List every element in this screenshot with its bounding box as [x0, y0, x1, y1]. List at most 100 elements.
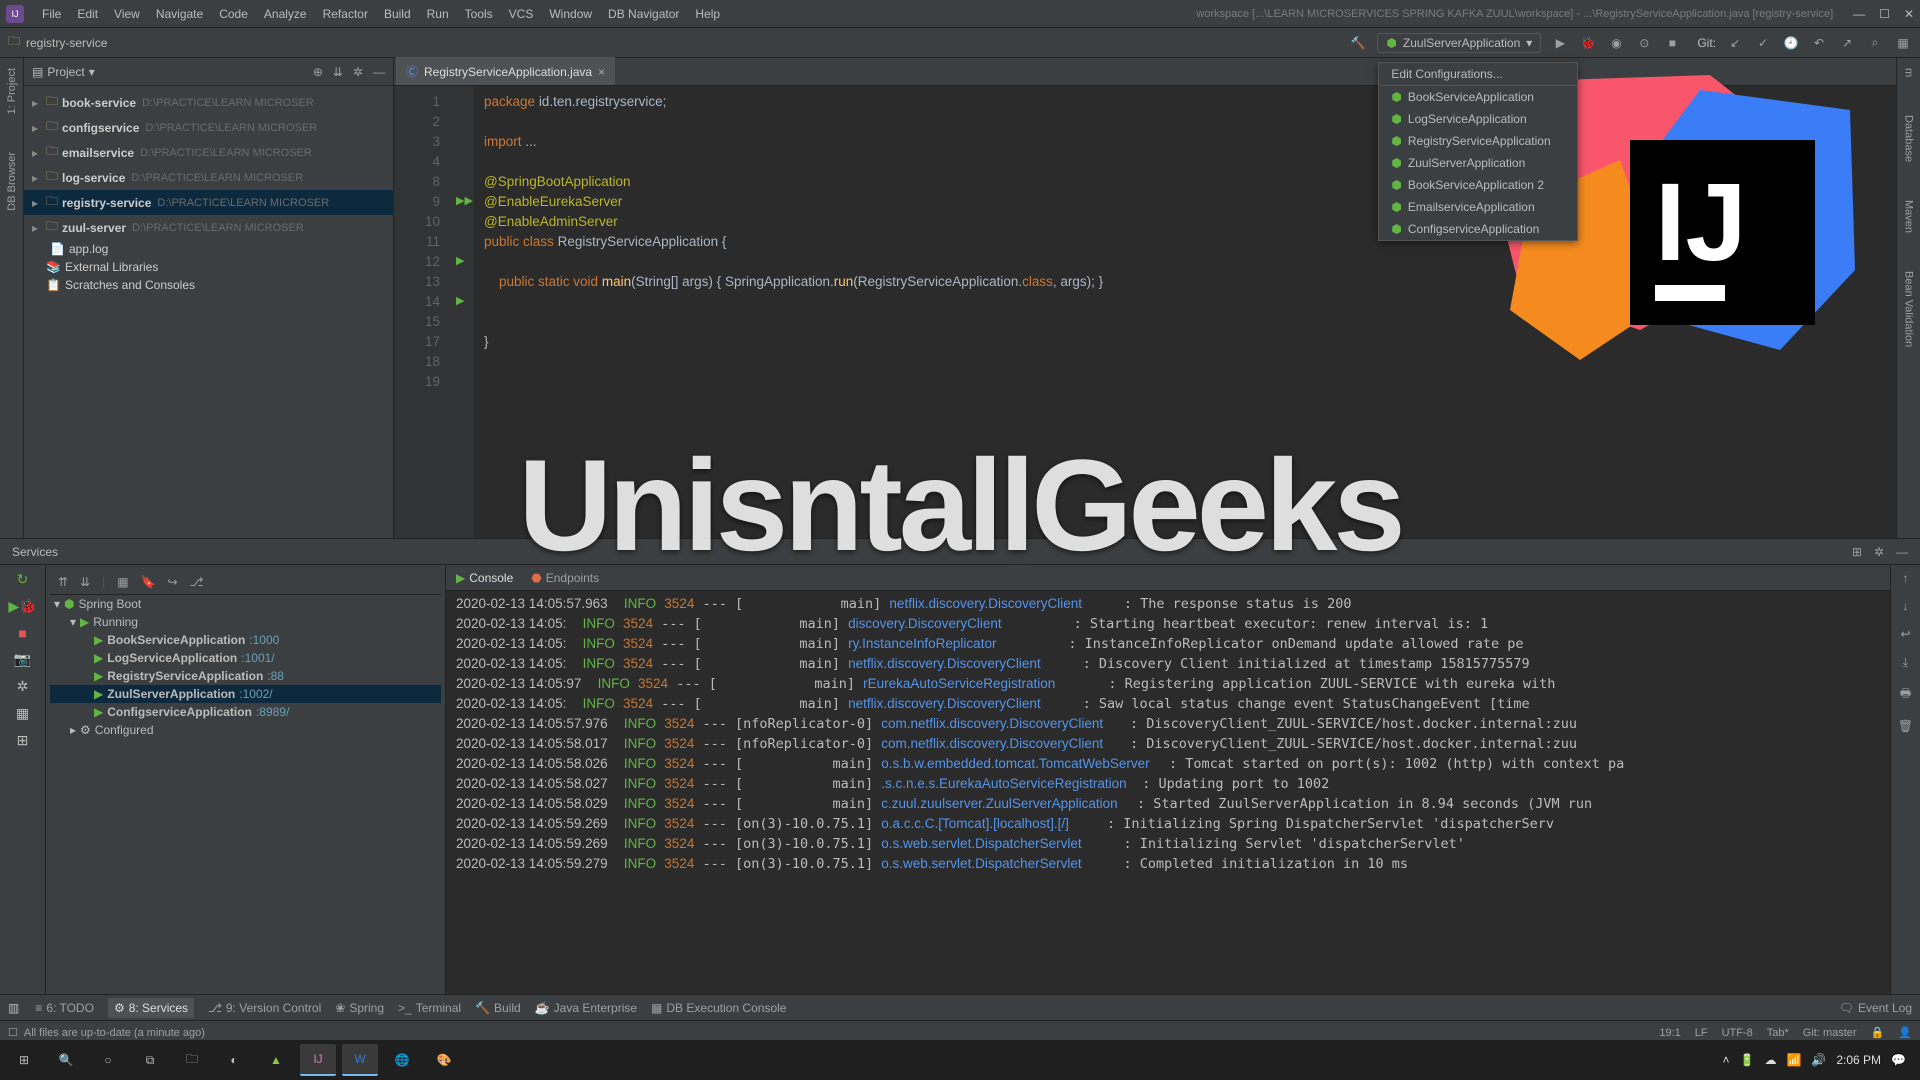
app-icon[interactable]: ▲ [258, 1044, 294, 1076]
project-tree[interactable]: ▸🗀book-serviceD:\PRACTICE\LEARN MICROSER… [24, 86, 393, 298]
clock[interactable]: 2:06 PM [1836, 1053, 1881, 1067]
stop-icon[interactable]: ■ [1663, 34, 1681, 52]
expand-icon[interactable]: ⊞ [17, 732, 29, 749]
hide-icon[interactable]: — [373, 65, 385, 79]
cortana-icon[interactable]: ○ [90, 1044, 126, 1076]
project-item[interactable]: ▸🗀book-serviceD:\PRACTICE\LEARN MICROSER [24, 90, 393, 115]
menu-run[interactable]: Run [419, 7, 457, 21]
wrap-icon[interactable]: ↩ [1900, 627, 1910, 641]
commit-icon[interactable]: ✓ [1754, 34, 1772, 52]
run-option[interactable]: ⬢ ConfigserviceApplication [1379, 218, 1577, 240]
bottom-tab[interactable]: ☕Java Enterprise [535, 998, 637, 1018]
bottom-tab[interactable]: ▦DB Execution Console [651, 998, 786, 1018]
run-marker-icon[interactable]: ▶ [456, 254, 464, 267]
project-item[interactable]: 📄app.log [24, 240, 393, 258]
menu-help[interactable]: Help [687, 7, 728, 21]
run-option[interactable]: ⬢ LogServiceApplication [1379, 108, 1577, 130]
group-icon[interactable]: ▦ [117, 575, 128, 589]
line-separator[interactable]: LF [1695, 1027, 1708, 1039]
wifi-icon[interactable]: 📶 [1786, 1053, 1801, 1067]
run-option[interactable]: ⬢ RegistryServiceApplication [1379, 130, 1577, 152]
tool-tab-m[interactable]: m [1901, 64, 1917, 81]
profile-icon[interactable]: ⊙ [1635, 34, 1653, 52]
onedrive-icon[interactable]: ☁ [1764, 1053, 1776, 1067]
menu-file[interactable]: File [34, 7, 69, 21]
debug-icon[interactable]: 🐞 [1579, 34, 1597, 52]
project-item[interactable]: ▸🗀registry-serviceD:\PRACTICE\LEARN MICR… [24, 190, 393, 215]
menu-edit[interactable]: Edit [69, 7, 106, 21]
collapse-all-icon[interactable]: ⇊ [80, 575, 90, 589]
ide-settings-icon[interactable]: ▦ [1894, 34, 1912, 52]
encoding[interactable]: UTF-8 [1722, 1027, 1753, 1039]
chevron-down-icon[interactable]: ▾ [89, 65, 95, 79]
camera-icon[interactable]: 📷 [14, 651, 31, 668]
menu-analyze[interactable]: Analyze [256, 7, 315, 21]
scroll-icon[interactable]: ⤓ [1903, 655, 1908, 670]
menu-navigate[interactable]: Navigate [148, 7, 211, 21]
tool-tab-database[interactable]: Database [1901, 111, 1917, 166]
project-item[interactable]: ▸🗀zuul-serverD:\PRACTICE\LEARN MICROSER [24, 215, 393, 240]
service-app[interactable]: ▶ LogServiceApplication :1001/ [50, 649, 441, 667]
bottom-tab[interactable]: >_Terminal [398, 998, 461, 1018]
stop-icon[interactable]: ■ [18, 625, 26, 641]
menu-db-navigator[interactable]: DB Navigator [600, 7, 687, 21]
run-option[interactable]: ⬢ EmailserviceApplication [1379, 196, 1577, 218]
start-button[interactable]: ⊞ [6, 1044, 42, 1076]
up-icon[interactable]: ↑ [1903, 571, 1909, 585]
menu-view[interactable]: View [106, 7, 148, 21]
push-icon[interactable]: ↗ [1838, 34, 1856, 52]
event-log-button[interactable]: 🗨Event Log [1839, 1001, 1912, 1015]
task-view-icon[interactable]: ⧉ [132, 1044, 168, 1076]
update-icon[interactable]: ↙ [1726, 34, 1744, 52]
code-editor[interactable]: 123489101112131415171819 ▶▶ ▶ ▶ package … [394, 86, 1896, 538]
gear-icon[interactable]: ✲ [1874, 545, 1884, 559]
volume-icon[interactable]: 🔊 [1811, 1053, 1826, 1067]
close-icon[interactable]: ✕ [1904, 7, 1914, 21]
clear-icon[interactable]: 🗑 [1898, 719, 1913, 733]
explorer-icon[interactable]: 🗀 [174, 1044, 210, 1076]
tool-tab-beanvalidation[interactable]: Bean Validation [1901, 267, 1917, 351]
menu-window[interactable]: Window [541, 7, 600, 21]
word-icon[interactable]: W [342, 1044, 378, 1076]
service-app[interactable]: ▶ ConfigserviceApplication :8989/ [50, 703, 441, 721]
services-tree[interactable]: ⇈ ⇊ | ▦ 🔖 ↪ ⎇ ▾⬢Spring Boot ▾▶Running ▶ … [46, 565, 446, 994]
collapse-icon[interactable]: ⇊ [333, 65, 343, 79]
project-view-label[interactable]: Project [47, 65, 84, 79]
app-icon[interactable]: 🎨 [426, 1044, 462, 1076]
layout-icon[interactable]: ⊞ [1852, 545, 1862, 559]
locate-icon[interactable]: ⊕ [313, 65, 323, 79]
history-icon[interactable]: 🕘 [1782, 34, 1800, 52]
bottom-tab[interactable]: ❀Spring [335, 998, 384, 1018]
tool-tab-dbbrowser[interactable]: DB Browser [4, 148, 20, 215]
menu-code[interactable]: Code [211, 7, 256, 21]
run-marker-icon[interactable]: ▶▶ [456, 194, 473, 207]
service-app[interactable]: ▶ BookServiceApplication :1000 [50, 631, 441, 649]
layout-icon[interactable]: ▦ [16, 705, 29, 722]
project-item[interactable]: ▸🗀log-serviceD:\PRACTICE\LEARN MICROSER [24, 165, 393, 190]
tag-icon[interactable]: 🔖 [141, 575, 156, 589]
run-option[interactable]: ⬢ ZuulServerApplication [1379, 152, 1577, 174]
intellij-taskbar-icon[interactable]: IJ [300, 1044, 336, 1076]
menu-tools[interactable]: Tools [457, 7, 501, 21]
project-item[interactable]: 📚External Libraries [24, 258, 393, 276]
down-icon[interactable]: ↓ [1903, 599, 1909, 613]
bottom-tab[interactable]: ⚙8: Services [108, 998, 194, 1018]
lock-icon[interactable]: 🔒 [1871, 1026, 1885, 1039]
minimize-icon[interactable]: — [1853, 7, 1865, 21]
caret-position[interactable]: 19:1 [1659, 1027, 1680, 1039]
services-configured[interactable]: ▸⚙Configured [50, 721, 441, 739]
run-icon[interactable]: ▶🐞 [8, 598, 36, 615]
filter-icon[interactable]: ✲ [17, 678, 29, 695]
menu-vcs[interactable]: VCS [501, 7, 542, 21]
services-running[interactable]: ▾▶Running [50, 613, 441, 631]
expand-all-icon[interactable]: ⇈ [58, 575, 68, 589]
project-item[interactable]: 📋Scratches and Consoles [24, 276, 393, 294]
chrome-icon[interactable]: 🌐 [384, 1044, 420, 1076]
bottom-tab[interactable]: ≡6: TODO [35, 998, 94, 1018]
revert-icon[interactable]: ↶ [1810, 34, 1828, 52]
maximize-icon[interactable]: ☐ [1879, 7, 1890, 21]
tool-window-icon[interactable]: ▥ [8, 1001, 19, 1015]
edit-configurations[interactable]: Edit Configurations... [1379, 63, 1577, 86]
run-config-selector[interactable]: ⬢ ZuulServerApplication ▾ Edit Configura… [1377, 33, 1541, 53]
build-icon[interactable]: 🔨 [1349, 34, 1367, 52]
